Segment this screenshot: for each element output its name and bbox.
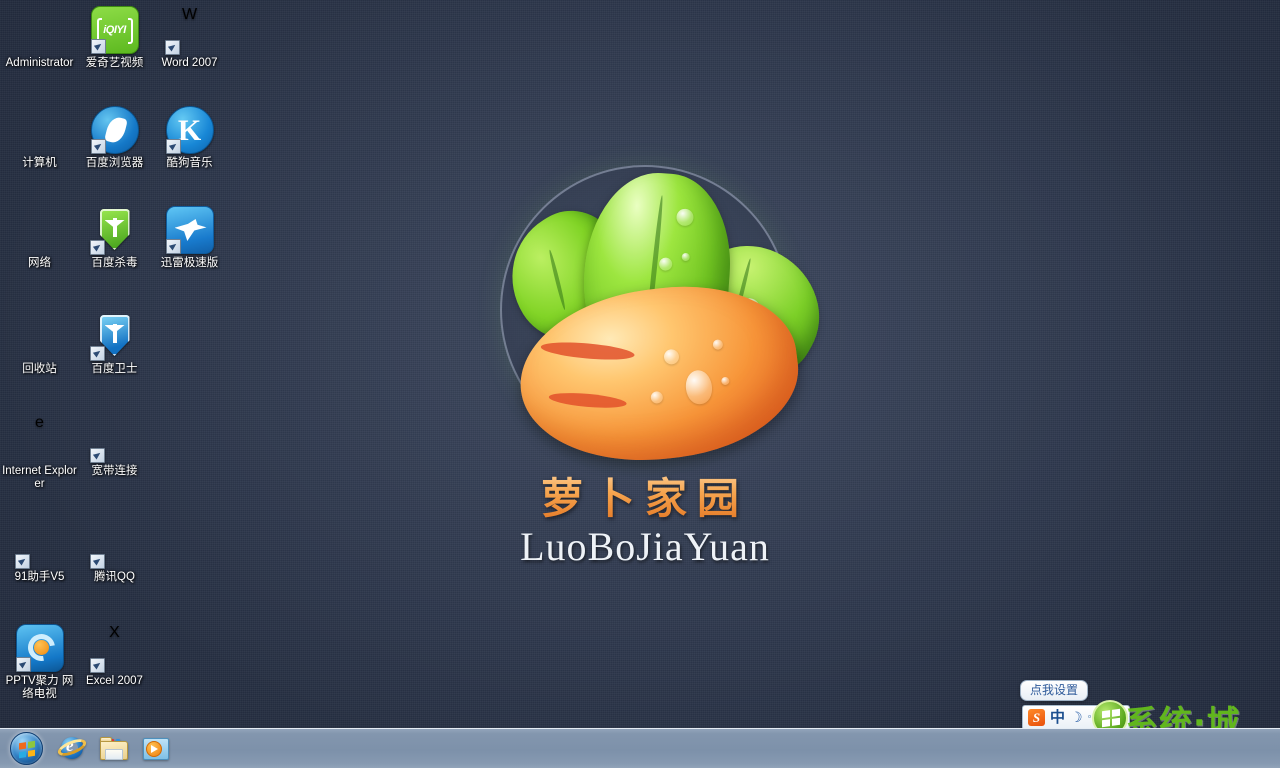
shortcut-arrow-icon [89, 448, 105, 463]
assistant91-icon [14, 520, 64, 569]
shortcut-arrow-icon [89, 658, 105, 673]
desktop-icon-tencentqq[interactable]: 腾讯QQ [77, 520, 152, 584]
desktop-icon-label: 百度卫士 [91, 363, 138, 375]
xunlei-icon [165, 206, 214, 254]
quick-launch-bar: e [51, 730, 177, 768]
desktop-icon-label: 爱奇艺视频 [85, 57, 144, 69]
desktop-icon-kugou[interactable]: K 酷狗音乐 [152, 106, 227, 170]
shortcut-arrow-icon [165, 239, 181, 254]
baidubrowser-icon [90, 106, 139, 154]
desktop-icon-label: Internet Explorer [2, 465, 77, 490]
wallpaper-title-en: LuoBoJiaYuan [520, 524, 770, 569]
desktop-icon-broadband[interactable]: 宽带连接 [77, 414, 152, 478]
ie-icon: e [35, 414, 44, 431]
logo-circle [486, 165, 844, 476]
desktop-icon-label: 回收站 [22, 363, 57, 375]
folder-icon [99, 734, 129, 764]
ie-icon: e [55, 734, 89, 764]
shortcut-arrow-icon [89, 346, 105, 361]
desktop-icon-baiduguard[interactable]: 百度卫士 [77, 312, 152, 376]
pptv-icon [15, 624, 64, 672]
wallpaper-title-cn: 萝卜家园 [460, 465, 830, 526]
desktop-icon-label: 腾讯QQ [94, 571, 135, 583]
taskbar-button-wmp[interactable] [135, 730, 177, 768]
iqiyi-icon: iQIYI [90, 6, 139, 54]
desktop-icon-label: 迅雷极速版 [160, 257, 219, 269]
word2007-icon: W [164, 6, 214, 55]
taskbar[interactable]: e CH 10:09 2014/8/23 [0, 728, 1280, 768]
watermark-text-cn: 系统·城 [1125, 703, 1241, 728]
administrator-icon [16, 6, 64, 54]
wallpaper-logo: 萝卜家园 LuoBoJiaYuan [460, 165, 844, 710]
ime-settings-tooltip[interactable]: 点我设置 [1020, 680, 1089, 701]
shortcut-arrow-icon [89, 240, 105, 255]
desktop-icon-word2007[interactable]: W Word 2007 [152, 6, 227, 70]
desktop-icon-baidubrowser[interactable]: 百度浏览器 [77, 106, 152, 170]
circle-icon[interactable]: ◦ [1088, 709, 1092, 726]
sogou-ime-bar[interactable]: S 中 ☽ ◦ [1022, 705, 1130, 728]
shortcut-arrow-icon [165, 139, 181, 154]
desktop-icon-label: 计算机 [22, 157, 57, 169]
desktop-icon-excel2007[interactable]: X Excel 2007 [77, 624, 152, 688]
desktop-icon-label: Word 2007 [161, 57, 218, 69]
desktop-icon-label: 网络 [28, 257, 51, 269]
computer-icon [16, 106, 64, 154]
taskbar-button-folder[interactable] [93, 730, 135, 768]
moon-icon[interactable]: ☽ [1070, 709, 1083, 726]
tencentqq-icon [89, 520, 139, 569]
desktop-icon-label: 酷狗音乐 [166, 157, 213, 169]
desktop-icon-ie[interactable]: e Internet Explorer [2, 414, 77, 491]
excel2007-icon: X [89, 624, 139, 673]
ime-mode-label[interactable]: 中 [1050, 709, 1065, 726]
taskbar-button-ie[interactable]: e [51, 730, 93, 768]
desktop-icon-administrator[interactable]: Administrator [2, 6, 77, 70]
baiduantivirus-icon [89, 206, 139, 255]
desktop-icon-pptv[interactable]: PPTV聚力 网络电视 [2, 624, 77, 701]
baiduguard-icon [89, 312, 139, 361]
desktop-icon-recyclebin[interactable]: 回收站 [2, 312, 77, 376]
start-button[interactable] [1, 730, 51, 768]
desktop-icon-iqiyi[interactable]: iQIYI 爱奇艺视频 [77, 6, 152, 70]
desktop-icon-label: Excel 2007 [86, 675, 143, 687]
kugou-icon: K [165, 106, 214, 154]
desktop-icon-baiduantivirus[interactable]: 百度杀毒 [77, 206, 152, 270]
broadband-icon [89, 414, 139, 463]
desktop-icon-computer[interactable]: 计算机 [2, 106, 77, 170]
shortcut-arrow-icon [89, 554, 105, 569]
shortcut-arrow-icon [90, 39, 106, 54]
recyclebin-icon [16, 312, 64, 360]
windows-start-orb-icon [9, 732, 43, 765]
wmp-icon [141, 734, 171, 764]
desktop-background[interactable]: Administrator iQIYI 爱奇艺视频 W Word 2007 计算机 百度浏览… [0, 0, 1280, 728]
network-icon [16, 206, 64, 254]
shortcut-arrow-icon [14, 554, 30, 569]
desktop-icon-label: 宽带连接 [91, 465, 138, 477]
desktop-icon-label: 91助手V5 [14, 571, 65, 583]
desktop-icon-assistant91[interactable]: 91助手V5 [2, 520, 77, 584]
shortcut-arrow-icon [90, 139, 106, 154]
desktop-icon-network[interactable]: 网络 [2, 206, 77, 270]
shortcut-arrow-icon [15, 657, 31, 672]
desktop-icon-label: PPTV聚力 网络电视 [5, 675, 74, 700]
desktop-icon-label: Administrator [5, 57, 74, 69]
desktop-icon-label: 百度浏览器 [85, 157, 144, 169]
desktop-icon-xunlei[interactable]: 迅雷极速版 [152, 206, 227, 270]
sogou-logo-icon[interactable]: S [1028, 709, 1045, 726]
shortcut-arrow-icon [164, 40, 180, 55]
desktop-icon-label: 百度杀毒 [91, 257, 138, 269]
